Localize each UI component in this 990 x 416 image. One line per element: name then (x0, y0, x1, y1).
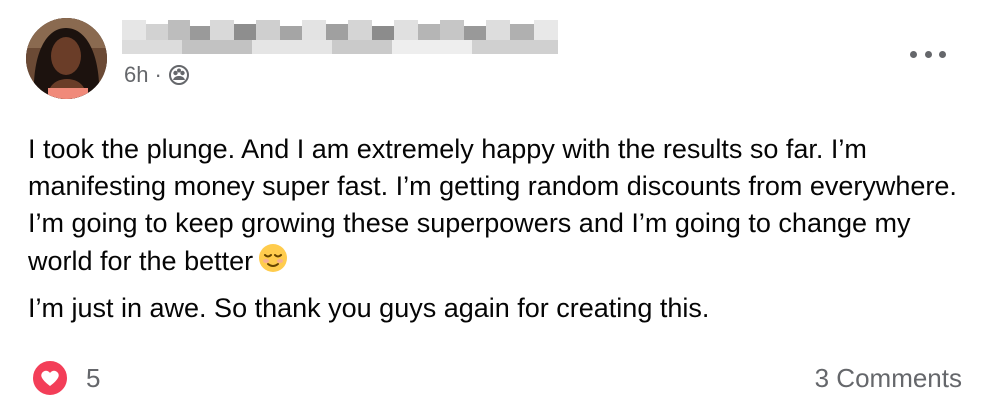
post-timestamp[interactable]: 6h (124, 62, 148, 88)
friends-icon[interactable] (168, 64, 190, 86)
meta-separator: · (154, 62, 162, 87)
post-paragraph: I’m just in awe. So thank you guys again… (28, 293, 710, 323)
comments-link[interactable]: 3 Comments (815, 363, 962, 394)
more-options-icon[interactable] (910, 46, 946, 62)
relieved-face-emoji (257, 242, 289, 274)
post-body: I took the plunge. And I am extremely ha… (28, 131, 968, 337)
author-name-redacted[interactable] (122, 18, 560, 54)
post-footer: 5 3 Comments (30, 356, 962, 400)
more-dot (910, 50, 917, 58)
more-dot (939, 50, 946, 58)
avatar[interactable] (26, 18, 107, 99)
reaction-count: 5 (86, 362, 101, 393)
post-paragraph: I took the plunge. And I am extremely ha… (28, 131, 968, 280)
post-card: 6h · I took the plunge. And I am extreme… (0, 0, 990, 416)
post-meta: 6h · (124, 62, 190, 88)
more-dot (924, 50, 932, 58)
post-paragraph-text: I took the plunge. And I am extremely ha… (28, 134, 957, 276)
reactions-summary[interactable]: 5 (30, 358, 100, 398)
love-reaction-icon (30, 358, 70, 398)
